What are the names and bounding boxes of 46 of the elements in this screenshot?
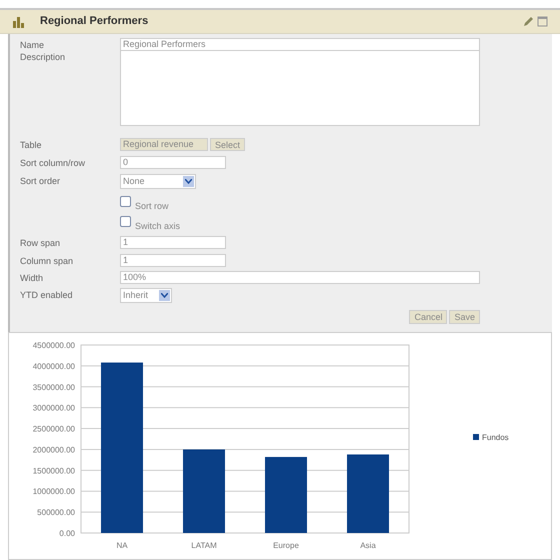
x-axis-label: Europe [273,541,299,550]
y-tick-label: 4500000.00 [32,341,75,350]
description-field[interactable] [120,50,480,126]
select-field[interactable]: None [120,174,196,189]
sort-column-field[interactable]: 0 [120,156,226,169]
field-label: Table [20,140,42,150]
checkbox[interactable] [120,216,131,227]
field-label: Sort column/row [20,158,86,168]
pencil-icon[interactable] [523,16,534,27]
y-tick-label: 2000000.00 [32,445,75,454]
y-tick-label: 2500000.00 [32,424,75,434]
row-span-field[interactable]: 1 [120,236,226,249]
form-button[interactable]: Save [449,310,480,324]
table-field[interactable]: Regional revenue [120,138,208,151]
chevron-down-icon [161,293,168,298]
field-label: Column span [20,256,74,266]
window-title: Regional Performers [40,14,148,30]
y-tick-label: 500000.00 [37,508,75,518]
checkbox-label: Switch axis [135,220,180,233]
field-label: YTD enabled [20,290,73,300]
y-tick-label: 1000000.00 [32,487,75,496]
y-tick-label: 4000000.00 [32,362,75,371]
field-label: Sort order [20,176,60,186]
x-axis-label: NA [116,541,128,550]
column-span-field[interactable]: 1 [120,254,226,267]
field-label: Width [20,273,44,283]
y-tick-label: 3500000.00 [32,382,75,392]
x-axis-label: Asia [360,541,376,550]
chevron-down-icon [185,179,192,184]
width-field[interactable]: 100% [120,271,480,284]
checkbox[interactable] [120,196,131,207]
bar-chart-icon [12,16,26,28]
select-button[interactable]: Select [210,138,246,151]
x-axis-label: LATAM [191,541,217,550]
y-tick-label: 0.00 [59,529,75,538]
name-field[interactable]: Regional Performers [120,38,480,51]
field-label: Description [20,52,66,62]
field-label: Row span [20,238,60,248]
checkbox-label: Sort row [135,200,169,213]
window-icon[interactable] [537,16,548,27]
select-field[interactable]: Inherit [120,288,172,303]
field-label: Name [20,40,44,50]
y-tick-label: 3000000.00 [32,404,75,413]
form-button[interactable]: Cancel [409,310,448,324]
legend-label: Fundos [482,433,509,442]
y-tick-label: 1500000.00 [32,466,75,476]
